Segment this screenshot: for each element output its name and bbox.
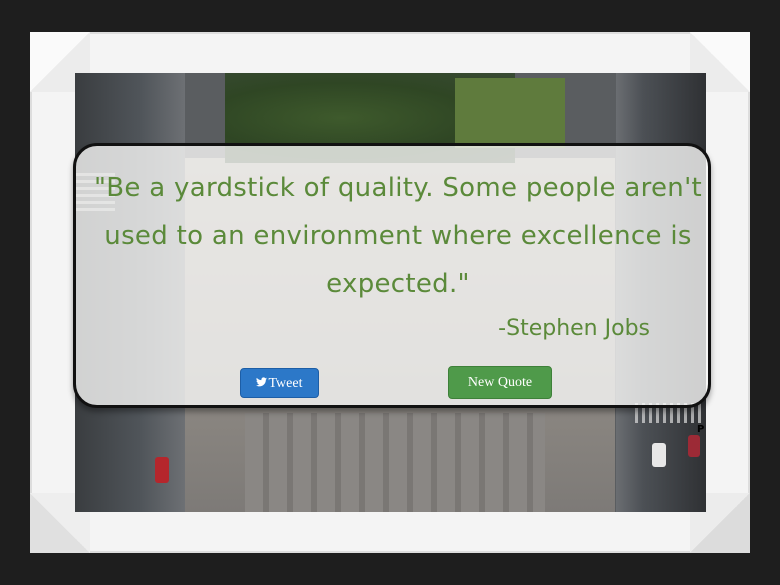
tweet-button[interactable]: Tweet [240, 368, 319, 398]
new-quote-button[interactable]: New Quote [448, 366, 552, 399]
edge-fragment: P [697, 424, 705, 435]
photo-car [688, 435, 700, 457]
photo-building [245, 413, 545, 512]
tweet-button-label: Tweet [268, 376, 303, 391]
quote-author: -Stephen Jobs [498, 316, 650, 341]
quote-text: "Be a yardstick of quality. Some people … [93, 173, 703, 299]
photo-grass [455, 78, 565, 148]
photo-car [652, 443, 666, 467]
quote-box: "Be a yardstick of quality. Some people … [73, 143, 711, 408]
twitter-bird-icon [256, 369, 268, 397]
photo-car [155, 457, 169, 483]
